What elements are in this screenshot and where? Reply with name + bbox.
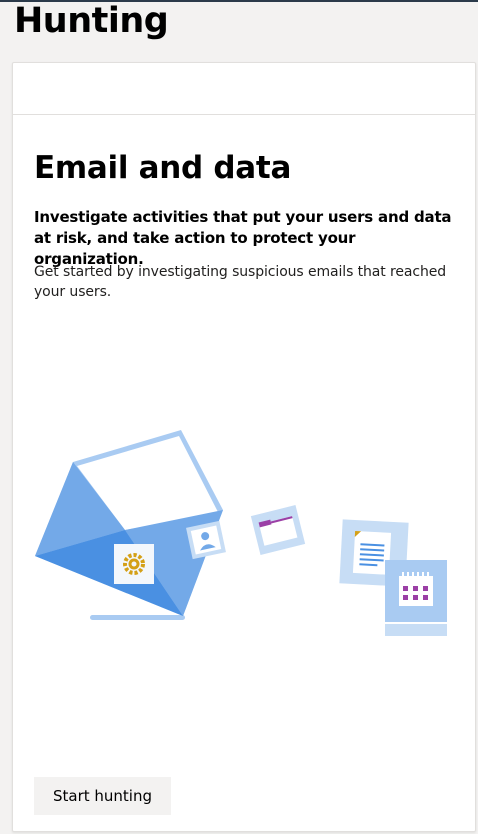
calendar-icon <box>385 624 447 636</box>
email-and-data-card: Email and data Investigate activities th… <box>12 62 476 832</box>
card-header <box>13 63 475 115</box>
calendar-tile <box>385 560 447 622</box>
card-description: Get started by investigating suspicious … <box>34 264 447 300</box>
folder-icon <box>250 505 306 555</box>
card-subheading: Investigate activities that put your use… <box>34 208 452 268</box>
envelope-icon <box>35 430 223 620</box>
start-hunting-button[interactable]: Start hunting <box>34 777 171 815</box>
page-title: Hunting <box>14 1 169 41</box>
gear-icon <box>114 544 154 584</box>
card-heading: Email and data <box>34 150 292 186</box>
